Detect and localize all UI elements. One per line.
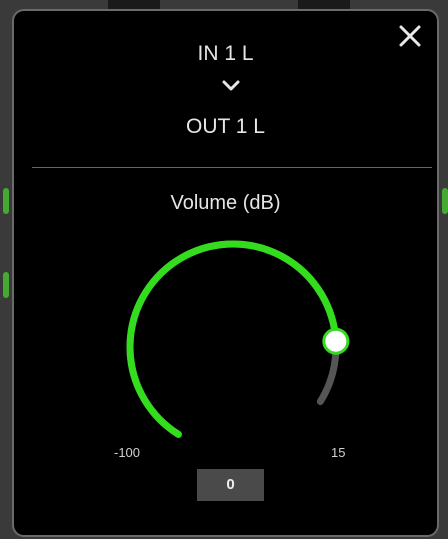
chevron-down-icon [222,80,240,91]
volume-max-label: 15 [331,445,346,460]
background-app-strip [108,0,160,9]
input-channel-label: IN 1 L [197,42,254,65]
volume-knob[interactable] [108,222,358,472]
background-level-indicator [442,188,448,214]
background-level-indicator [3,188,9,214]
volume-label: Volume (dB) [170,192,281,214]
knob-value-arc [126,240,340,438]
volume-min-label: -100 [114,445,141,460]
output-channel-label: OUT 1 L [186,115,265,138]
volume-value-field[interactable]: 0 [197,469,264,501]
background-app-strip [298,0,350,9]
divider [32,167,432,168]
background-level-indicator [3,272,9,298]
knob-handle[interactable] [322,327,350,355]
